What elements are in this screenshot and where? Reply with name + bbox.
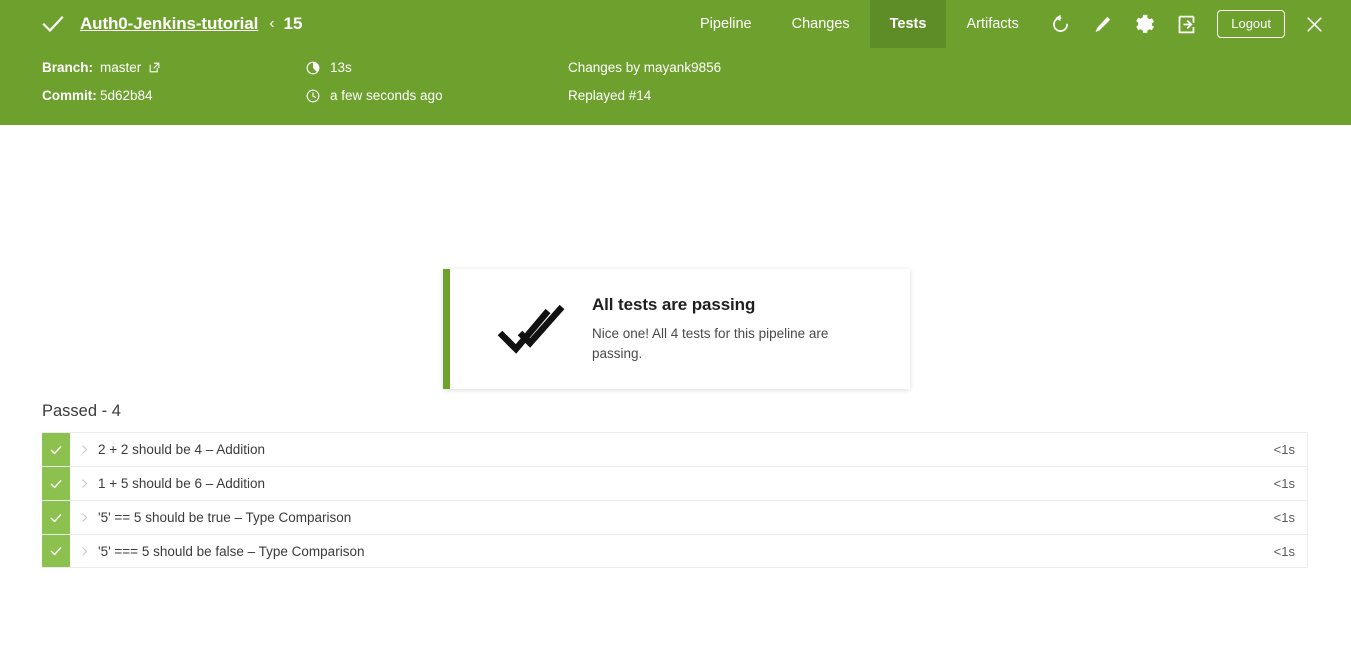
test-summary-text: All tests are passing Nice one! All 4 te… xyxy=(592,295,910,362)
run-metadata-bar: Branch: master Commit: 5d62b84 13s a few… xyxy=(0,48,1351,125)
tab-changes[interactable]: Changes xyxy=(772,0,870,48)
row-expander-chevron-right-icon[interactable] xyxy=(70,433,98,466)
tab-pipeline[interactable]: Pipeline xyxy=(680,0,772,48)
row-status-check-icon xyxy=(42,433,70,466)
header-left-group: Auth0-Jenkins-tutorial ‹ 15 xyxy=(0,0,302,48)
row-expander-chevron-right-icon[interactable] xyxy=(70,467,98,500)
replayed-text: Replayed #14 xyxy=(568,88,652,103)
logout-button[interactable]: Logout xyxy=(1217,10,1285,38)
rerun-icon[interactable] xyxy=(1043,7,1077,41)
duration-value: 13s xyxy=(330,60,352,75)
row-status-check-icon xyxy=(42,467,70,500)
app-header: Auth0-Jenkins-tutorial ‹ 15 Pipeline Cha… xyxy=(0,0,1351,48)
header-nav-tabs: Pipeline Changes Tests Artifacts xyxy=(680,0,1039,48)
logout-arrow-icon[interactable] xyxy=(1169,7,1203,41)
run-status-check-icon xyxy=(40,11,66,37)
test-summary-description: Nice one! All 4 tests for this pipeline … xyxy=(592,326,829,361)
test-duration: <1s xyxy=(1273,510,1295,525)
timestamp-value: a few seconds ago xyxy=(330,88,443,103)
duration-row: 13s xyxy=(306,60,352,75)
test-name: 2 + 2 should be 4 – Addition xyxy=(98,442,266,457)
replayed-row: Replayed #14 xyxy=(568,88,651,103)
test-duration: <1s xyxy=(1273,476,1295,491)
branch-name-text: master xyxy=(100,60,142,75)
header-actions-group: Logout xyxy=(1039,0,1351,48)
test-summary-title: All tests are passing xyxy=(592,295,756,315)
passed-section-title: Passed - 4 xyxy=(42,402,121,420)
branch-label: Branch: xyxy=(42,60,94,75)
changes-by-text: Changes by mayank9856 xyxy=(568,60,722,75)
table-row[interactable]: 1 + 5 should be 6 – Addition <1s xyxy=(42,466,1308,500)
test-name: 1 + 5 should be 6 – Addition xyxy=(98,476,266,491)
commit-row: Commit: 5d62b84 xyxy=(42,88,153,103)
table-row[interactable]: 2 + 2 should be 4 – Addition <1s xyxy=(42,432,1308,466)
run-separator-chevron: ‹ xyxy=(269,15,275,32)
row-expander-chevron-right-icon[interactable] xyxy=(70,501,98,534)
double-check-icon xyxy=(488,301,580,357)
main-content: All tests are passing Nice one! All 4 te… xyxy=(0,125,1351,654)
row-status-check-icon xyxy=(42,535,70,567)
branch-row: Branch: master xyxy=(42,60,161,75)
commit-label: Commit: xyxy=(42,88,97,103)
branch-value: master xyxy=(100,60,161,75)
test-name: '5' == 5 should be true – Type Compariso… xyxy=(98,510,352,525)
test-duration: <1s xyxy=(1273,442,1295,457)
duration-icon xyxy=(306,61,320,75)
edit-pencil-icon[interactable] xyxy=(1085,7,1119,41)
test-summary-card: All tests are passing Nice one! All 4 te… xyxy=(443,269,910,389)
tab-tests[interactable]: Tests xyxy=(869,0,947,48)
repo-name-link[interactable]: Auth0-Jenkins-tutorial xyxy=(80,14,258,34)
commit-value: 5d62b84 xyxy=(100,88,153,103)
row-status-check-icon xyxy=(42,501,70,534)
test-results-list: 2 + 2 should be 4 – Addition <1s 1 + 5 s… xyxy=(42,432,1308,568)
test-name: '5' === 5 should be false – Type Compari… xyxy=(98,543,365,559)
settings-gear-icon[interactable] xyxy=(1127,7,1161,41)
test-duration: <1s xyxy=(1273,543,1295,559)
clock-icon xyxy=(306,89,320,103)
close-icon[interactable] xyxy=(1299,9,1329,39)
row-expander-chevron-right-icon[interactable] xyxy=(70,535,98,567)
external-link-icon[interactable] xyxy=(148,61,161,74)
changes-by-row: Changes by mayank9856 xyxy=(568,60,721,75)
table-row[interactable]: '5' == 5 should be true – Type Compariso… xyxy=(42,500,1308,534)
tab-artifacts[interactable]: Artifacts xyxy=(946,0,1038,48)
timestamp-row: a few seconds ago xyxy=(306,88,443,103)
table-row[interactable]: '5' === 5 should be false – Type Compari… xyxy=(42,534,1308,568)
run-number: 15 xyxy=(283,14,303,33)
